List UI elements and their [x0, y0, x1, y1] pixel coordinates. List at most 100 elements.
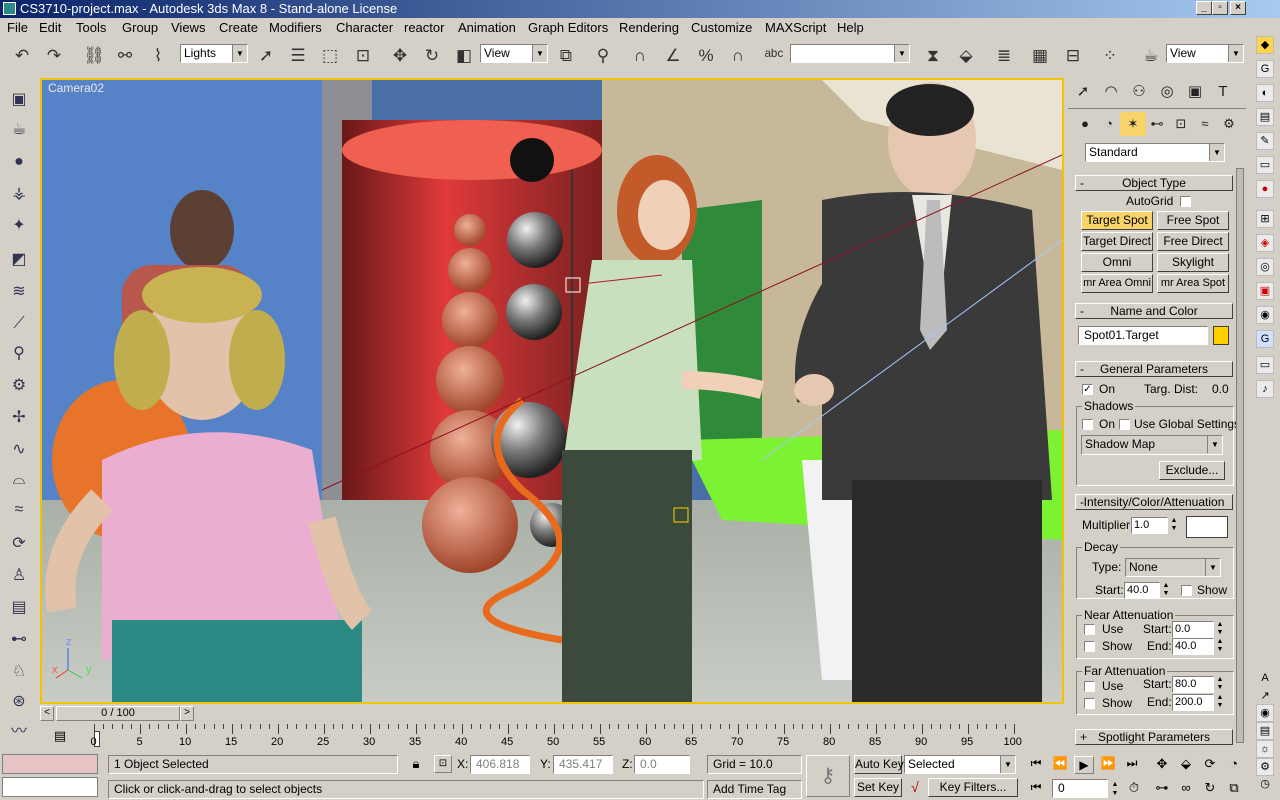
ime-a-icon[interactable]: A [1256, 670, 1274, 688]
tray-app-3-icon[interactable]: ◐ [1256, 84, 1274, 102]
select-and-rotate-icon[interactable]: ↻ [420, 44, 444, 68]
wave-icon[interactable]: ≈ [7, 498, 31, 522]
geometry-category-icon[interactable]: ● [1072, 112, 1098, 136]
shapes-icon[interactable]: ⌓ [7, 468, 31, 492]
tray-app-7-icon[interactable]: ⊞ [1256, 210, 1274, 228]
maxscript-listener-white[interactable] [2, 777, 98, 797]
menu-file[interactable]: File [7, 20, 28, 35]
viewport-label[interactable]: Camera02 [48, 81, 104, 95]
menu-create[interactable]: Create [219, 20, 258, 35]
set-key-icon[interactable]: ⚷ [806, 755, 850, 797]
tray-app-13-icon[interactable]: ♪ [1256, 380, 1274, 398]
default-tangents-icon[interactable]: √ [906, 779, 924, 797]
field-of-view-icon[interactable]: ∞ [1176, 780, 1196, 798]
maximize-button[interactable]: ▫ [1212, 1, 1228, 15]
pan-view-icon[interactable]: ✥ [1152, 756, 1172, 774]
render-scene-icon[interactable]: ☕ [1139, 44, 1163, 68]
compound-objects-icon[interactable]: ◩ [7, 248, 31, 272]
app-icon[interactable] [3, 2, 16, 15]
nurbs-icon[interactable]: ⚲ [7, 342, 31, 366]
tray-app-5-icon[interactable]: ✎ [1256, 132, 1274, 150]
menu-views[interactable]: Views [171, 20, 205, 35]
intensity-rollout[interactable]: - Intensity/Color/Attenuation [1075, 494, 1233, 510]
layer-manager-icon[interactable]: ≣ [992, 44, 1016, 68]
time-slider-next-button[interactable]: > [180, 706, 194, 721]
patch-grid-icon[interactable]: ⟋ [7, 312, 31, 336]
mini-curve-editor-icon[interactable]: ▤ [50, 728, 70, 746]
tray-app-8-icon[interactable]: ◈ [1256, 234, 1274, 252]
rectangular-selection-icon[interactable]: ⬚ [318, 44, 342, 68]
menu-graph-editors[interactable]: Graph Editors [528, 20, 608, 35]
tray-app-12-icon[interactable]: G [1256, 330, 1274, 348]
go-to-start-icon[interactable]: ⏮ [1026, 756, 1046, 774]
systems-category-icon[interactable]: ⚙ [1216, 112, 1242, 136]
time-slider-thumb[interactable]: 0 / 100 [56, 706, 180, 721]
auto-key-button[interactable]: Auto Key [854, 755, 904, 774]
menu-help[interactable]: Help [837, 20, 864, 35]
light-category-dropdown[interactable]: Standard ▼ [1085, 143, 1225, 162]
free-spot-button[interactable]: Free Spot [1157, 211, 1229, 230]
curve-editor-icon[interactable]: ▦ [1028, 44, 1052, 68]
far-start-spinner-arrows[interactable]: ▲ ▼ [1215, 676, 1225, 693]
object-color-swatch[interactable] [1213, 326, 1229, 345]
select-and-link-icon[interactable]: ⛓ [82, 44, 106, 68]
menu-group[interactable]: Group [122, 20, 158, 35]
particles-icon[interactable]: ≋ [7, 280, 31, 304]
close-button[interactable]: × [1230, 1, 1246, 15]
roll-camera-icon[interactable]: ◔ [1224, 756, 1244, 774]
create-tab-icon[interactable]: ➚ [1070, 80, 1096, 104]
key-mode-dropdown[interactable]: Selected ▼ [904, 755, 1016, 774]
light-on-checkbox[interactable]: ✓ [1082, 384, 1093, 395]
bones-icon[interactable]: ✢ [7, 406, 31, 430]
multiplier-spinner[interactable]: 1.0 ▲ ▼ [1131, 517, 1177, 534]
far-show-checkbox[interactable] [1084, 698, 1095, 709]
near-start-spinner[interactable]: 0.0 ▲ ▼ [1172, 621, 1223, 638]
crowd-icon[interactable]: ♘ [7, 660, 31, 684]
selection-filter-dropdown[interactable]: Lights ▼ [180, 44, 248, 63]
target-spot-button[interactable]: Target Spot [1081, 211, 1153, 230]
spotlight-parameters-rollout[interactable]: + Spotlight Parameters [1075, 729, 1233, 745]
tray-app-9-icon[interactable]: ◎ [1256, 258, 1274, 276]
near-end-spinner[interactable]: 40.0 ▲ ▼ [1172, 638, 1223, 655]
current-frame-spinner[interactable]: ▲ ▼ [1110, 780, 1120, 798]
camera-icon[interactable]: ⊷ [7, 628, 31, 652]
name-and-color-rollout[interactable]: - Name and Color [1075, 303, 1233, 319]
tray-app-14-icon[interactable]: ◉ [1256, 704, 1274, 722]
time-slider[interactable]: < 0 / 100 > [40, 705, 1064, 723]
tray-app-6-icon[interactable]: ● [1256, 180, 1274, 198]
tray-app-1-icon[interactable]: ◆ [1256, 36, 1274, 54]
tray-app-17-icon[interactable]: ⚙ [1256, 758, 1274, 776]
time-configuration-icon[interactable]: ⏱ [1124, 780, 1144, 798]
menu-reactor[interactable]: reactor [404, 20, 444, 35]
tray-app-15-icon[interactable]: ▤ [1256, 722, 1274, 740]
spacewarps-category-icon[interactable]: ≈ [1192, 112, 1218, 136]
bind-space-warp-icon[interactable]: ⌇ [146, 44, 170, 68]
create-box-icon[interactable]: ▣ [7, 88, 31, 112]
decay-type-dropdown[interactable]: None ▼ [1125, 558, 1221, 577]
select-object-icon[interactable]: ➚ [254, 44, 278, 68]
window-crossing-icon[interactable]: ⊡ [351, 44, 375, 68]
omni-button[interactable]: Omni [1081, 253, 1153, 272]
utilities-tab-icon[interactable]: T [1210, 80, 1236, 104]
menu-modifiers[interactable]: Modifiers [269, 20, 322, 35]
angle-snap-icon[interactable]: ∠ [661, 44, 685, 68]
near-use-checkbox[interactable] [1084, 624, 1095, 635]
far-start-spinner[interactable]: 80.0 ▲ ▼ [1172, 676, 1223, 693]
near-show-checkbox[interactable] [1084, 641, 1095, 652]
key-filters-button[interactable]: Key Filters... [928, 778, 1018, 797]
tray-app-16-icon[interactable]: ☼ [1256, 740, 1274, 758]
object-type-rollout[interactable]: - Object Type [1075, 175, 1233, 191]
create-teapot-icon[interactable]: ☕ [7, 118, 31, 142]
near-end-spinner-arrows[interactable]: ▲ ▼ [1215, 638, 1225, 655]
tray-app-10-icon[interactable]: ▣ [1256, 282, 1274, 300]
pivot-center-icon[interactable]: ⧉ [554, 44, 578, 68]
mirror-icon[interactable]: ⧗ [921, 44, 945, 68]
cloth-icon[interactable]: ▤ [7, 596, 31, 620]
redo-icon[interactable]: ↷ [42, 44, 66, 68]
orbit-camera-icon[interactable]: ⟳ [1200, 756, 1220, 774]
menu-edit[interactable]: Edit [39, 20, 61, 35]
z-coord-field[interactable]: 0.0 [634, 755, 690, 774]
free-direct-button[interactable]: Free Direct [1157, 232, 1229, 251]
select-by-name-icon[interactable]: ☰ [286, 44, 310, 68]
tray-folder-icon[interactable]: ▭ [1256, 156, 1274, 174]
